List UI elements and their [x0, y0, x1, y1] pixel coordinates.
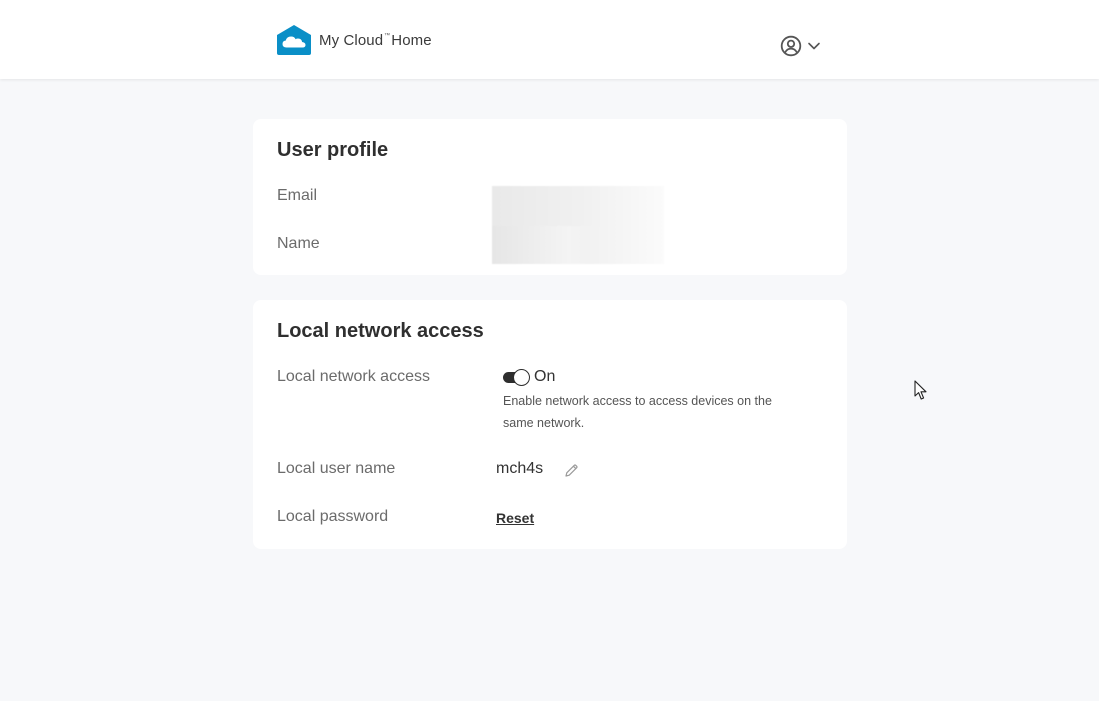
brand-name-part1: My Cloud: [319, 31, 384, 49]
account-menu-button[interactable]: [780, 35, 822, 57]
cloud-home-icon: [277, 25, 311, 55]
mouse-pointer-icon: [914, 380, 927, 400]
toggle-state-label: On: [534, 368, 556, 385]
local-network-access-label: Local network access: [277, 368, 430, 385]
local-network-title: Local network access: [277, 320, 484, 342]
brand-trademark: ™: [384, 32, 391, 39]
pencil-icon[interactable]: [564, 463, 579, 478]
redacted-profile-values: [492, 186, 664, 264]
user-profile-title: User profile: [277, 139, 389, 161]
local-network-card: Local network access Local network acces…: [253, 300, 847, 549]
local-user-name-value: mch4s: [496, 460, 544, 477]
local-password-label: Local password: [277, 508, 389, 525]
email-label: Email: [277, 187, 318, 204]
reset-password-link[interactable]: Reset: [496, 510, 534, 526]
user-circle-icon: [780, 35, 802, 57]
brand-logo[interactable]: My Cloud ™ Home: [276, 24, 432, 56]
local-network-access-toggle[interactable]: [503, 369, 530, 386]
local-user-name-label: Local user name: [277, 460, 396, 477]
brand-name: My Cloud ™ Home: [319, 32, 432, 49]
name-label: Name: [277, 235, 320, 252]
brand-name-part2: Home: [391, 31, 432, 49]
user-profile-card: User profile Email Name: [253, 119, 847, 275]
top-bar: My Cloud ™ Home: [0, 0, 1099, 79]
local-network-help-text: Enable network access to access devices …: [503, 394, 772, 430]
chevron-down-icon: [808, 42, 820, 50]
toggle-knob: [513, 369, 530, 386]
